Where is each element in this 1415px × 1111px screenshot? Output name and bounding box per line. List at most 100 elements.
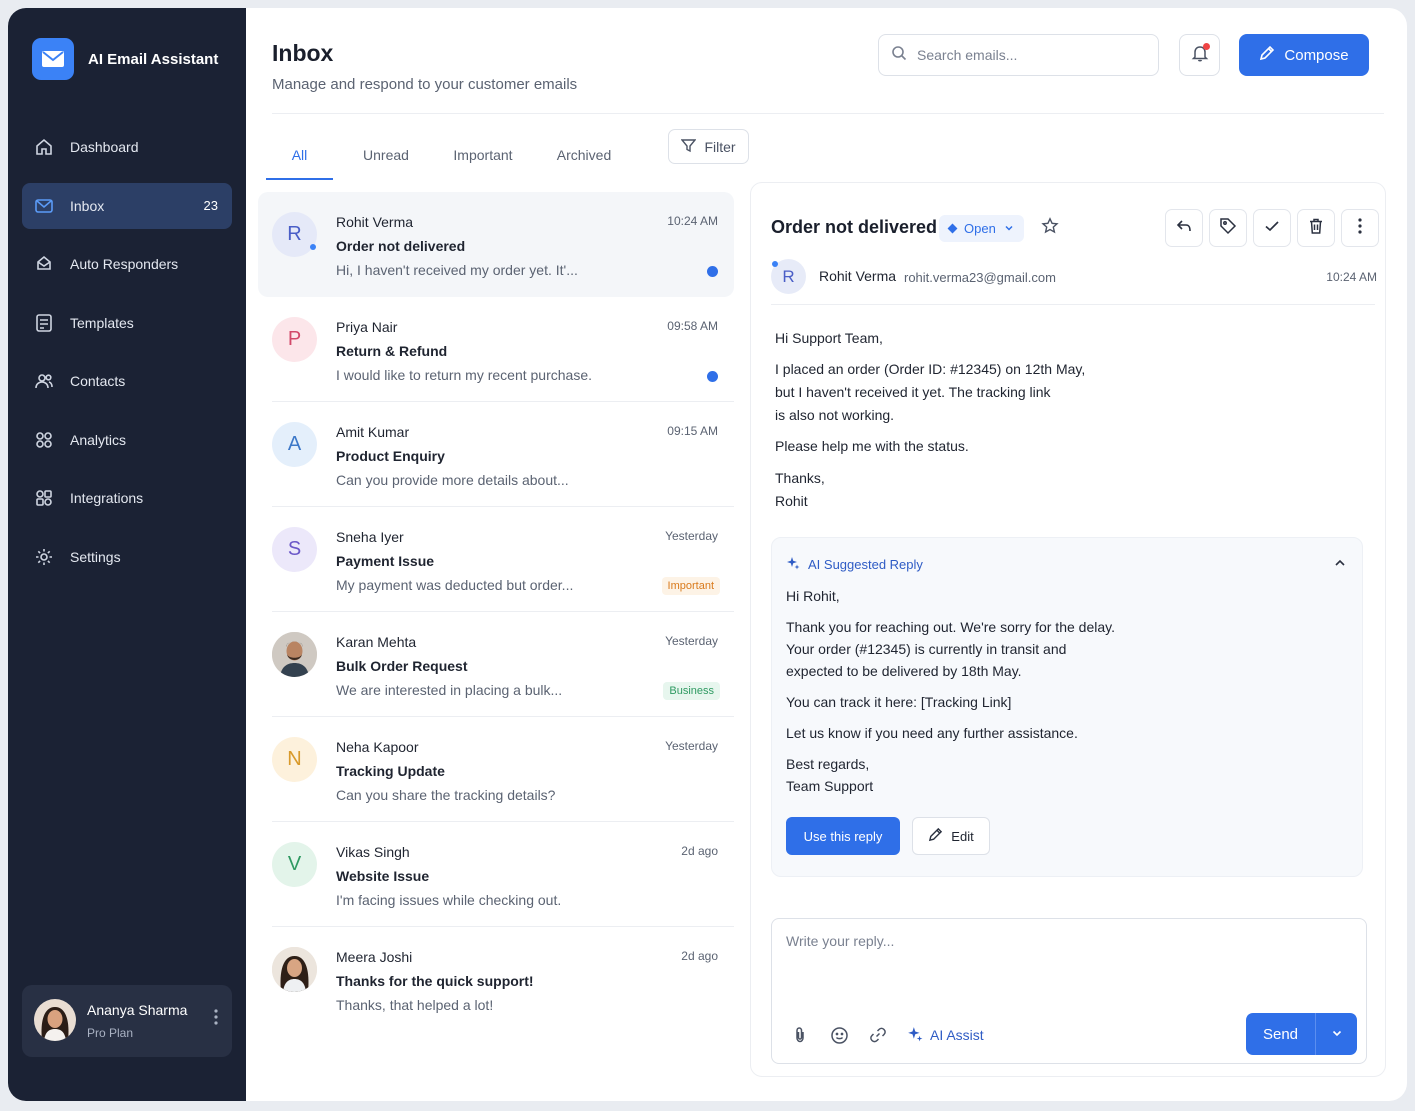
sidebar-item-auto-responders[interactable]: Auto Responders xyxy=(22,241,232,287)
user-profile-card[interactable]: Ananya Sharma Pro Plan xyxy=(22,985,232,1057)
avatar: N xyxy=(272,737,317,782)
sidebar-item-label: Inbox xyxy=(70,197,105,214)
filter-label: Filter xyxy=(704,138,736,155)
notification-dot xyxy=(1203,43,1210,50)
sidebar-item-analytics[interactable]: Analytics xyxy=(22,417,232,463)
sender-name: Neha Kapoor xyxy=(336,739,419,755)
email-subject: Product Enquiry xyxy=(336,448,445,464)
email-subject: Bulk Order Request xyxy=(336,658,468,674)
sender-name: Karan Mehta xyxy=(336,634,417,650)
reply-toolbar: AI Assist xyxy=(788,1023,984,1047)
email-preview: Hi, I haven't received my order yet. It'… xyxy=(336,262,578,278)
email-body-line: Thanks, xyxy=(775,470,825,486)
sidebar-item-label: Settings xyxy=(70,548,121,565)
reply-composer: AI Assist Send xyxy=(771,918,1367,1064)
tab-important[interactable]: Important xyxy=(439,130,527,180)
avatar: A xyxy=(272,422,317,467)
ai-suggested-reply-card: AI Suggested Reply Hi Rohit, Thank you f… xyxy=(771,537,1363,877)
reply-icon xyxy=(1175,217,1193,240)
send-button[interactable]: Send xyxy=(1246,1013,1316,1055)
list-item[interactable]: N Neha Kapoor Tracking Update Can you sh… xyxy=(258,717,734,822)
tag-button[interactable] xyxy=(1209,209,1247,247)
filter-button[interactable]: Filter xyxy=(668,129,749,164)
status-dropdown[interactable]: Open xyxy=(939,215,1024,242)
reply-input[interactable] xyxy=(786,933,1346,993)
email-body-line: Hi Support Team, xyxy=(775,330,883,346)
email-preview: I would like to return my recent purchas… xyxy=(336,367,593,383)
more-vertical-icon xyxy=(1358,217,1362,239)
list-item[interactable]: P Priya Nair Return & Refund I would lik… xyxy=(258,297,734,402)
email-subject: Payment Issue xyxy=(336,553,435,569)
send-options-button[interactable] xyxy=(1316,1013,1357,1055)
ai-assist-button[interactable]: AI Assist xyxy=(907,1026,984,1045)
ai-reply-line: You can track it here: [Tracking Link] xyxy=(786,694,1012,710)
sidebar-item-templates[interactable]: Templates xyxy=(22,300,232,346)
status-label: Open xyxy=(964,221,996,236)
delete-button[interactable] xyxy=(1297,209,1335,247)
email-body-line: I placed an order (Order ID: #12345) on … xyxy=(775,361,1086,377)
paperclip-icon[interactable] xyxy=(788,1023,812,1047)
email-detail-panel: Order not delivered Open R Rohit Verma r… xyxy=(750,182,1386,1077)
sidebar-item-settings[interactable]: Settings xyxy=(22,534,232,580)
divider xyxy=(272,113,1384,114)
email-time: 09:15 AM xyxy=(667,424,718,438)
star-icon[interactable] xyxy=(1041,217,1059,240)
tab-archived[interactable]: Archived xyxy=(543,130,625,180)
more-button[interactable] xyxy=(1341,209,1379,247)
more-vertical-icon[interactable] xyxy=(214,1009,218,1030)
use-reply-button[interactable]: Use this reply xyxy=(786,817,900,855)
avatar: P xyxy=(272,317,317,362)
pencil-icon xyxy=(1259,45,1275,65)
email-actions xyxy=(1159,209,1379,247)
sidebar-item-inbox[interactable]: Inbox 23 xyxy=(22,182,232,229)
list-item[interactable]: A Amit Kumar Product Enquiry Can you pro… xyxy=(258,402,734,507)
tab-all[interactable]: All xyxy=(266,130,333,180)
mail-icon xyxy=(34,196,54,216)
app-window: AI Email Assistant Dashboard Inbox 23 Au… xyxy=(8,8,1407,1101)
emoji-icon[interactable] xyxy=(827,1023,851,1047)
email-time: 10:24 AM xyxy=(1326,270,1377,284)
page-title: Inbox xyxy=(272,40,334,66)
list-item[interactable]: Meera Joshi Thanks for the quick support… xyxy=(258,927,734,1032)
gear-icon xyxy=(34,547,54,567)
from-email: rohit.verma23@gmail.com xyxy=(904,270,1056,285)
edit-reply-button[interactable]: Edit xyxy=(912,817,990,855)
ai-reply-line: expected to be delivered by 18th May. xyxy=(786,663,1022,679)
email-body-line: Rohit xyxy=(775,493,808,509)
sender-name: Amit Kumar xyxy=(336,424,410,440)
link-icon[interactable] xyxy=(866,1023,890,1047)
list-item[interactable]: R Rohit Verma Order not delivered Hi, I … xyxy=(258,192,734,297)
chevron-up-icon[interactable] xyxy=(1334,556,1346,574)
sidebar-item-contacts[interactable]: Contacts xyxy=(22,358,232,404)
sidebar-item-dashboard[interactable]: Dashboard xyxy=(22,124,232,170)
sidebar-item-label: Integrations xyxy=(70,490,144,506)
sidebar-item-integrations[interactable]: Integrations xyxy=(22,475,232,521)
list-item[interactable]: Karan Mehta Bulk Order Request We are in… xyxy=(258,612,734,717)
email-preview: I'm facing issues while checking out. xyxy=(336,892,562,908)
tab-unread[interactable]: Unread xyxy=(349,130,423,180)
edit-label: Edit xyxy=(951,828,974,844)
chevron-down-icon xyxy=(1004,221,1014,236)
email-subject: Tracking Update xyxy=(336,763,445,779)
brand[interactable]: AI Email Assistant xyxy=(32,38,218,80)
compose-button[interactable]: Compose xyxy=(1239,34,1369,76)
important-tag: Important xyxy=(661,577,720,595)
check-icon xyxy=(1263,217,1281,240)
email-preview: We are interested in placing a bulk... xyxy=(336,682,563,698)
tag-icon xyxy=(1219,217,1237,240)
list-item[interactable]: V Vikas Singh Website Issue I'm facing i… xyxy=(258,822,734,927)
sidebar: AI Email Assistant Dashboard Inbox 23 Au… xyxy=(8,8,246,1101)
search-box[interactable] xyxy=(878,34,1159,76)
ai-suggested-reply-header: AI Suggested Reply xyxy=(786,556,923,573)
ai-reply-line: Team Support xyxy=(786,778,874,794)
sender-name: Sneha Iyer xyxy=(336,529,404,545)
email-subject: Thanks for the quick support! xyxy=(336,973,534,989)
list-item[interactable]: S Sneha Iyer Payment Issue My payment wa… xyxy=(258,507,734,612)
business-tag: Business xyxy=(663,682,720,700)
notifications-button[interactable] xyxy=(1179,34,1220,76)
page-subtitle: Manage and respond to your customer emai… xyxy=(272,76,578,93)
reply-button[interactable] xyxy=(1165,209,1203,247)
search-input[interactable] xyxy=(917,47,1137,63)
user-plan: Pro Plan xyxy=(87,1026,134,1040)
mark-done-button[interactable] xyxy=(1253,209,1291,247)
